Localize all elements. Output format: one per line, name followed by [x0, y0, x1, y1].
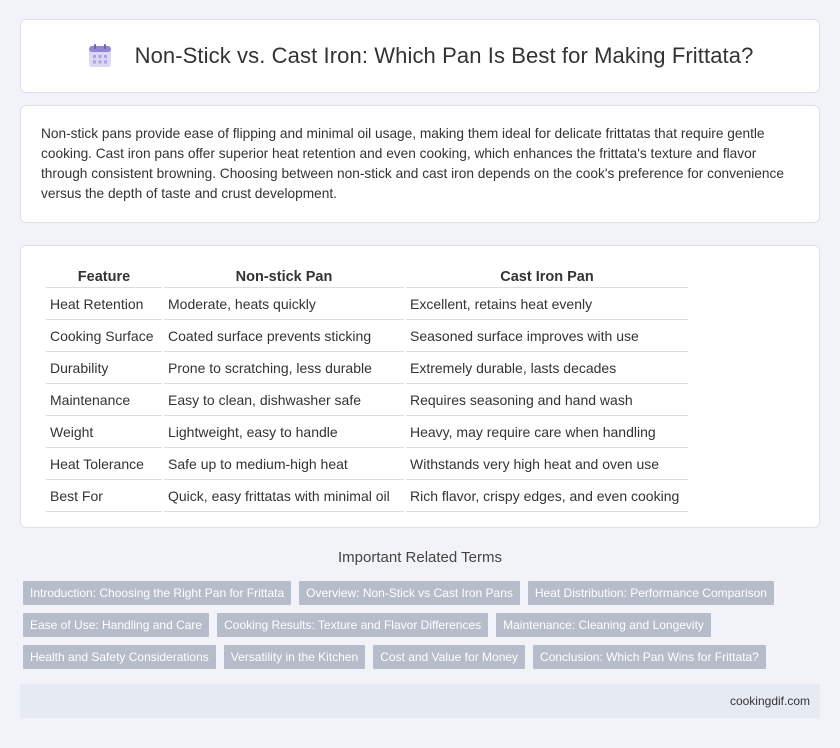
related-term-tag[interactable]: Overview: Non-Stick vs Cast Iron Pans — [299, 581, 520, 605]
comparison-table-card: Feature Non-stick Pan Cast Iron Pan Heat… — [20, 245, 820, 528]
table-cell: Extremely durable, lasts decades — [406, 354, 688, 384]
tag-row: Ease of Use: Handling and Care Cooking R… — [23, 613, 823, 637]
table-cell: Coated surface prevents sticking — [164, 322, 404, 352]
table-cell: Best For — [46, 482, 162, 512]
page-title: Non-Stick vs. Cast Iron: Which Pan Is Be… — [134, 43, 754, 68]
table-cell: Easy to clean, dishwasher safe — [164, 386, 404, 416]
tag-row: Introduction: Choosing the Right Pan for… — [23, 581, 823, 605]
table-cell: Prone to scratching, less durable — [164, 354, 404, 384]
intro-card: Non-stick pans provide ease of flipping … — [20, 105, 820, 223]
table-cell: Seasoned surface improves with use — [406, 322, 688, 352]
table-cell: Moderate, heats quickly — [164, 290, 404, 320]
related-term-tag[interactable]: Cost and Value for Money — [373, 645, 526, 669]
table-cell: Lightweight, easy to handle — [164, 418, 404, 448]
related-term-tag[interactable]: Ease of Use: Handling and Care — [23, 613, 210, 637]
table-row: Heat Tolerance Safe up to medium-high he… — [46, 450, 688, 480]
table-row: Best For Quick, easy frittatas with mini… — [46, 482, 688, 512]
table-header-row: Feature Non-stick Pan Cast Iron Pan — [46, 268, 688, 288]
calendar-icon — [88, 44, 111, 67]
table-cell: Maintenance — [46, 386, 162, 416]
footer-site-link[interactable]: cookingdif.com — [730, 694, 810, 708]
table-cell: Durability — [46, 354, 162, 384]
related-term-tag[interactable]: Maintenance: Cleaning and Longevity — [496, 613, 711, 637]
related-terms-tags: Introduction: Choosing the Right Pan for… — [23, 581, 823, 677]
related-term-tag[interactable]: Conclusion: Which Pan Wins for Frittata? — [533, 645, 766, 669]
table-cell: Cooking Surface — [46, 322, 162, 352]
table-cell: Weight — [46, 418, 162, 448]
table-cell: Requires seasoning and hand wash — [406, 386, 688, 416]
tag-row: Health and Safety Considerations Versati… — [23, 645, 823, 669]
table-cell: Safe up to medium-high heat — [164, 450, 404, 480]
related-term-tag[interactable]: Health and Safety Considerations — [23, 645, 216, 669]
related-term-tag[interactable]: Versatility in the Kitchen — [223, 645, 366, 669]
comparison-table: Feature Non-stick Pan Cast Iron Pan Heat… — [44, 266, 690, 514]
title-card: Non-Stick vs. Cast Iron: Which Pan Is Be… — [20, 19, 820, 93]
table-cell: Excellent, retains heat evenly — [406, 290, 688, 320]
table-header-feature: Feature — [46, 268, 162, 288]
related-term-tag[interactable]: Cooking Results: Texture and Flavor Diff… — [217, 613, 489, 637]
table-cell: Heavy, may require care when handling — [406, 418, 688, 448]
table-cell: Rich flavor, crispy edges, and even cook… — [406, 482, 688, 512]
related-terms-title: Important Related Terms — [338, 549, 502, 566]
footer: cookingdif.com — [20, 684, 820, 718]
table-cell: Heat Retention — [46, 290, 162, 320]
table-cell: Withstands very high heat and oven use — [406, 450, 688, 480]
table-header-non-stick: Non-stick Pan — [164, 268, 404, 288]
related-term-tag[interactable]: Heat Distribution: Performance Compariso… — [527, 581, 774, 605]
table-row: Weight Lightweight, easy to handle Heavy… — [46, 418, 688, 448]
intro-text: Non-stick pans provide ease of flipping … — [41, 126, 784, 201]
table-row: Heat Retention Moderate, heats quickly E… — [46, 290, 688, 320]
table-row: Durability Prone to scratching, less dur… — [46, 354, 688, 384]
table-row: Maintenance Easy to clean, dishwasher sa… — [46, 386, 688, 416]
related-term-tag[interactable]: Introduction: Choosing the Right Pan for… — [23, 581, 292, 605]
table-row: Cooking Surface Coated surface prevents … — [46, 322, 688, 352]
table-cell: Heat Tolerance — [46, 450, 162, 480]
table-header-cast-iron: Cast Iron Pan — [406, 268, 688, 288]
table-cell: Quick, easy frittatas with minimal oil — [164, 482, 404, 512]
